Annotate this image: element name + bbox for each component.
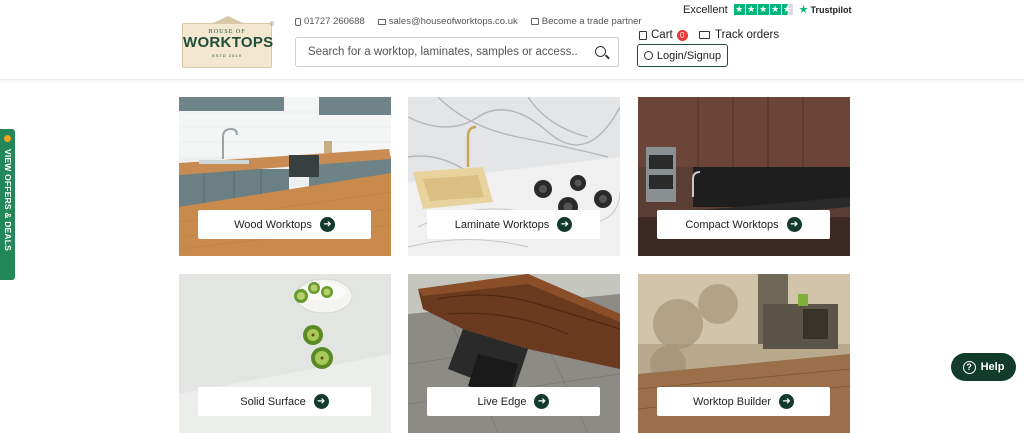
arrow-right-icon: ➜ <box>534 394 550 409</box>
briefcase-icon <box>530 18 539 25</box>
offers-deals-label: VIEW OFFERS & DEALS <box>3 149 13 252</box>
user-icon <box>643 51 653 60</box>
category-name: Solid Surface <box>240 395 306 408</box>
help-button[interactable]: ? Help <box>951 353 1016 381</box>
star-icon: ★ <box>733 4 745 15</box>
search-bar <box>295 37 619 67</box>
site-logo[interactable]: HOUSE OF WORKTOPS ESTD 2019 <box>182 16 274 68</box>
registered-mark: ® <box>270 22 275 28</box>
category-card-live-edge[interactable]: Live Edge ➜ <box>408 274 620 433</box>
trustpilot-star-icon: ★ <box>798 4 809 16</box>
track-orders-link[interactable]: Track orders <box>699 29 779 41</box>
logo-bottom-text: ESTD 2019 <box>212 53 242 58</box>
site-header: HOUSE OF WORKTOPS ESTD 2019 ® 01727 2606… <box>0 0 1024 80</box>
logo-main-text: WORKTOPS <box>183 34 274 51</box>
category-label-box[interactable]: Solid Surface ➜ <box>198 387 371 416</box>
cart-icon <box>639 30 647 40</box>
cart-count-badge: 0 <box>676 29 688 41</box>
trustpilot-widget[interactable]: Excellent ★ ★ ★ ★ ★ ★ Trustpilot <box>683 3 852 17</box>
category-card-compact-worktops[interactable]: Compact Worktops ➜ <box>638 97 850 256</box>
cart-label: Cart <box>651 29 673 41</box>
category-label-box[interactable]: Laminate Worktops ➜ <box>427 210 600 239</box>
arrow-right-icon: ➜ <box>313 394 329 409</box>
track-orders-label: Track orders <box>715 29 780 41</box>
trade-partner-text: Become a trade partner <box>541 16 642 27</box>
trustpilot-logo: ★ Trustpilot <box>799 3 852 16</box>
category-name: Live Edge <box>477 395 527 408</box>
trade-partner-link[interactable]: Become a trade partner <box>530 16 642 27</box>
category-name: Wood Worktops <box>234 218 312 231</box>
question-icon: ? <box>962 360 976 374</box>
search-icon[interactable] <box>595 46 606 57</box>
star-icon: ★ <box>745 4 757 15</box>
phone-icon <box>295 17 301 26</box>
phone-link[interactable]: 01727 260688 <box>295 16 365 27</box>
login-signup-label: Login/Signup <box>656 49 722 62</box>
category-name: Laminate Worktops <box>454 218 550 231</box>
category-card-laminate-worktops[interactable]: Laminate Worktops ➜ <box>408 97 620 256</box>
category-card-wood-worktops[interactable]: Wood Worktops ➜ <box>179 97 391 256</box>
category-name: Worktop Builder <box>692 395 772 408</box>
search-input[interactable] <box>308 38 578 66</box>
arrow-right-icon: ➜ <box>786 217 802 232</box>
star-icon: ★ <box>769 4 781 15</box>
offers-deals-tab[interactable]: VIEW OFFERS & DEALS <box>0 129 15 280</box>
email-link[interactable]: sales@houseofworktops.co.uk <box>377 16 518 27</box>
half-star-icon: ★ <box>781 4 793 15</box>
login-signup-button[interactable]: Login/Signup <box>637 44 728 67</box>
contact-bar: 01727 260688 sales@houseofworktops.co.uk… <box>295 16 642 27</box>
category-name: Compact Worktops <box>685 218 779 231</box>
logo-roof-shape <box>211 16 245 24</box>
category-card-worktop-builder[interactable]: Worktop Builder ➜ <box>638 274 850 433</box>
arrow-right-icon: ➜ <box>779 394 795 409</box>
help-label: Help <box>980 361 1005 373</box>
offers-badge-icon <box>4 135 11 142</box>
phone-text: 01727 260688 <box>304 16 365 27</box>
email-text: sales@houseofworktops.co.uk <box>388 16 518 27</box>
trustpilot-rating-text: Excellent <box>683 3 728 16</box>
category-label-box[interactable]: Live Edge ➜ <box>427 387 600 416</box>
arrow-right-icon: ➜ <box>557 217 573 232</box>
category-label-box[interactable]: Compact Worktops ➜ <box>657 210 830 239</box>
mail-icon <box>377 18 386 25</box>
trustpilot-brand-text: Trustpilot <box>810 4 852 15</box>
arrow-right-icon: ➜ <box>319 217 335 232</box>
trustpilot-stars: ★ ★ ★ ★ ★ <box>733 4 793 15</box>
category-card-solid-surface[interactable]: Solid Surface ➜ <box>179 274 391 433</box>
cart-link[interactable]: Cart 0 <box>639 29 688 41</box>
category-label-box[interactable]: Wood Worktops ➜ <box>198 210 371 239</box>
star-icon: ★ <box>757 4 769 15</box>
category-label-box[interactable]: Worktop Builder ➜ <box>657 387 830 416</box>
truck-icon <box>699 31 710 39</box>
